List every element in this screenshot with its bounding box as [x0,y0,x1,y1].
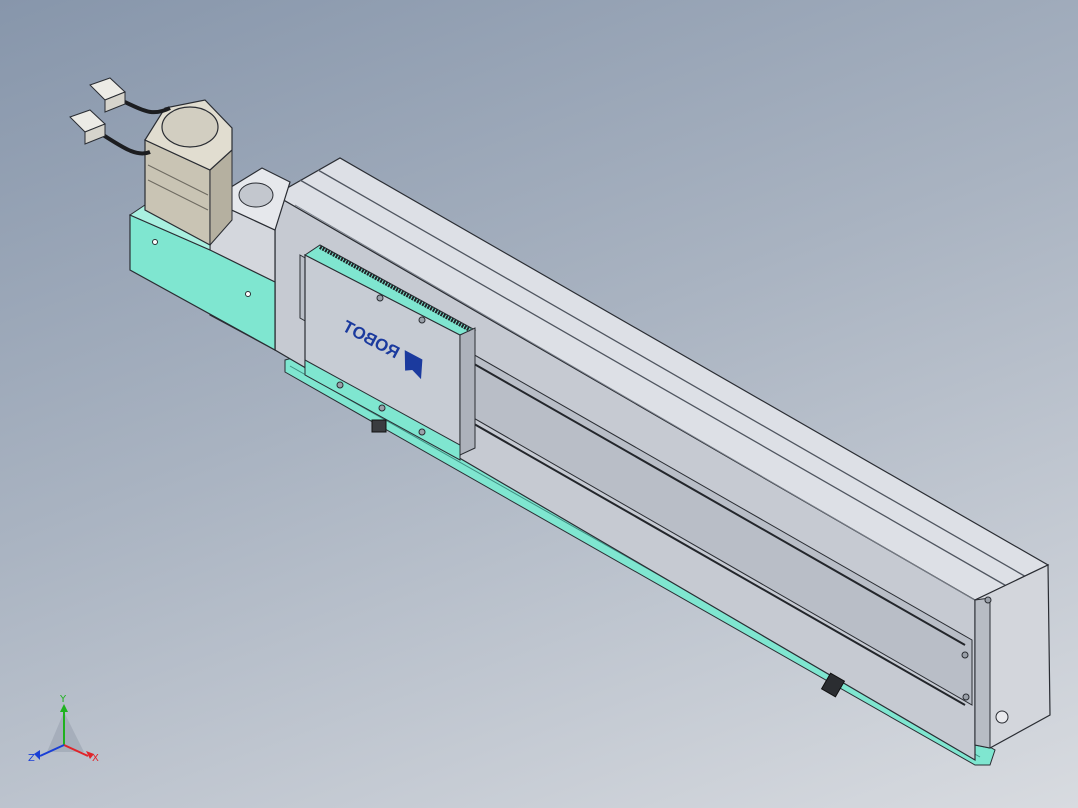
carriage-screw-2 [418,316,426,324]
graphics-viewport[interactable]: ROBOT Y X Z [0,0,1078,808]
y-arrow-icon [60,704,68,712]
encoder-connector[interactable] [89,77,126,113]
adapter-bore [238,182,274,208]
motor-top-cap [161,106,219,148]
carriage-screw-4 [378,404,386,412]
carriage-screw-3 [336,381,344,389]
base-hole-2 [245,291,251,297]
linear-actuator-model[interactable]: ROBOT [0,0,1078,808]
limit-sensor-left[interactable] [371,419,387,433]
end-cap-screw-1 [984,596,992,604]
power-connector[interactable] [69,109,106,145]
x-axis-label: X [92,753,99,764]
orientation-triad[interactable]: Y X Z [22,690,112,770]
z-arrow-icon [34,750,40,760]
y-axis-label: Y [59,694,67,705]
base-hole-1 [152,239,158,245]
end-cap-screw-2 [961,651,969,659]
carriage-screw-5 [418,428,426,436]
end-cap-screw-3 [962,693,970,701]
end-cap-side [974,597,991,749]
end-cap-hole[interactable] [995,710,1009,724]
encoder-cable[interactable] [119,98,171,115]
carriage-screw-1 [376,294,384,302]
z-axis-label: Z [28,753,35,764]
carriage-side [459,327,476,456]
